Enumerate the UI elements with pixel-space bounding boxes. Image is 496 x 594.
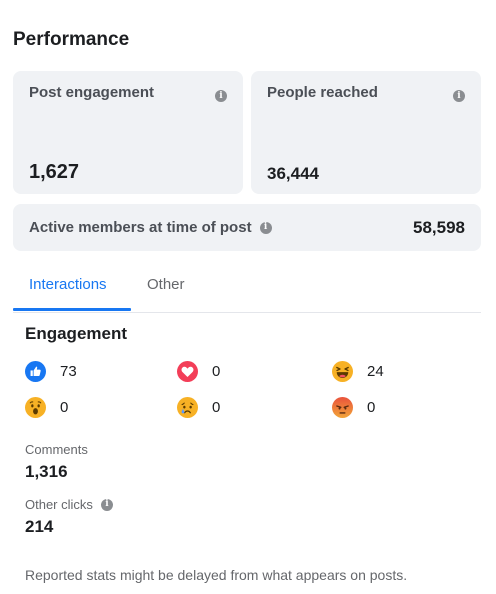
comments-label: Comments (25, 442, 88, 457)
reaction-count: 73 (60, 363, 77, 380)
reaction-angry: 0 (332, 397, 375, 418)
active-members-bar: Active members at time of post i 58,598 (13, 204, 481, 251)
active-members-value: 58,598 (413, 218, 465, 237)
other-clicks-value: 214 (25, 517, 54, 536)
tab-bar: Interactions Other (13, 268, 481, 312)
people-reached-card: People reached i 36,444 (251, 71, 481, 194)
active-members-label-wrap: Active members at time of post i (29, 219, 272, 236)
tab-interactions[interactable]: Interactions (29, 276, 107, 293)
info-icon[interactable]: i (259, 221, 272, 234)
love-icon (177, 361, 198, 382)
reaction-count: 0 (212, 363, 221, 380)
reaction-wow: 0 (25, 397, 68, 418)
active-tab-indicator (13, 308, 131, 311)
reaction-count: 24 (367, 363, 384, 380)
reaction-count: 0 (212, 399, 221, 416)
info-icon[interactable]: i (215, 90, 227, 102)
post-engagement-value: 1,627 (29, 161, 80, 183)
angry-icon (332, 397, 353, 418)
comments-value: 1,316 (25, 462, 68, 481)
engagement-title: Engagement (25, 324, 128, 343)
section-title: Performance (13, 29, 130, 50)
post-engagement-card: Post engagement i 1,627 (13, 71, 243, 194)
sad-icon (177, 397, 198, 418)
reaction-count: 0 (60, 399, 69, 416)
info-icon[interactable]: i (100, 498, 113, 511)
other-clicks-label: Other clicks (25, 497, 93, 512)
people-reached-label: People reached (267, 84, 378, 101)
footer-note: Reported stats might be delayed from wha… (25, 567, 408, 583)
reaction-love: 0 (177, 361, 220, 382)
tab-other[interactable]: Other (147, 276, 185, 293)
wow-icon (25, 397, 46, 418)
info-icon[interactable]: i (453, 90, 465, 102)
reaction-count: 0 (367, 399, 376, 416)
tab-divider (13, 312, 481, 313)
like-icon (25, 361, 46, 382)
active-members-label: Active members at time of post (29, 219, 252, 236)
people-reached-value: 36,444 (267, 164, 319, 183)
reaction-like: 73 (25, 361, 77, 382)
haha-icon (332, 361, 353, 382)
reaction-haha: 24 (332, 361, 384, 382)
other-clicks-label-wrap: Other clicks i (25, 497, 113, 512)
reaction-sad: 0 (177, 397, 220, 418)
post-engagement-label: Post engagement (29, 84, 155, 101)
